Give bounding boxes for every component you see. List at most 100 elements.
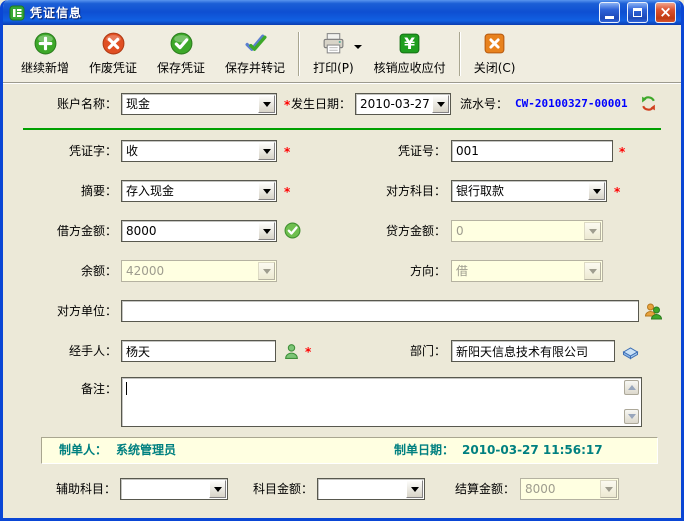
chevron-down-icon[interactable] xyxy=(432,95,449,113)
counter-unit-input[interactable] xyxy=(121,300,639,322)
window-title: 凭证信息 xyxy=(30,4,592,21)
summary-combo[interactable]: 存入现金 xyxy=(121,180,277,202)
debit-amount-combo[interactable]: 8000 xyxy=(121,220,277,242)
chevron-down-icon[interactable] xyxy=(258,182,275,200)
add-circle-icon xyxy=(33,31,58,56)
print-label: 打印(P) xyxy=(313,59,354,76)
settle-amount-label: 结算金额： xyxy=(431,478,515,500)
settle-amount-combo: 8000 xyxy=(520,478,619,500)
save-and-post-label: 保存并转记 xyxy=(225,59,285,76)
maker-info-panel: 制单人： 系统管理员 制单日期： 2010-03-27 11:56:17 xyxy=(41,437,658,464)
maximize-icon xyxy=(633,8,642,17)
subject-amount-label: 科目金额： xyxy=(231,478,313,500)
balance-value: 42000 xyxy=(126,263,256,280)
chevron-down-icon[interactable] xyxy=(258,222,275,240)
summary-value: 存入现金 xyxy=(126,183,256,200)
toolbar: 继续新增 作废凭证 保存凭证 保存并转记 xyxy=(3,25,681,83)
chevron-up-icon xyxy=(628,385,636,390)
credit-amount-label: 贷方金额： xyxy=(333,220,446,242)
scroll-up-button[interactable] xyxy=(624,380,639,395)
chevron-down-icon xyxy=(584,262,601,280)
handler-input[interactable] xyxy=(121,340,276,362)
chevron-down-icon[interactable] xyxy=(258,142,275,160)
minimize-button[interactable] xyxy=(599,2,620,23)
voucher-form: 账户名称： 现金 * 发生日期： 2010-03-27 流水号： CW-2010… xyxy=(3,83,681,518)
app-icon xyxy=(9,5,25,21)
writeoff-yuan-icon: ¥ xyxy=(397,31,422,56)
voucher-word-combo[interactable]: 收 xyxy=(121,140,277,162)
chevron-down-icon xyxy=(258,262,275,280)
save-voucher-label: 保存凭证 xyxy=(157,59,205,76)
writeoff-receivable-payable-button[interactable]: ¥ 核销应收应付 xyxy=(364,27,456,81)
required-marker: * xyxy=(619,141,625,163)
writeoff-label: 核销应收应付 xyxy=(374,59,446,76)
print-dropdown-arrow-icon[interactable] xyxy=(354,45,362,49)
settle-amount-value: 8000 xyxy=(525,481,598,498)
save-check-icon xyxy=(169,31,194,56)
chevron-down-icon[interactable] xyxy=(258,95,275,113)
section-divider xyxy=(23,128,661,130)
save-and-post-button[interactable]: 保存并转记 xyxy=(215,27,295,81)
occur-date-combo[interactable]: 2010-03-27 xyxy=(355,93,451,115)
voucher-word-label: 凭证字： xyxy=(5,140,117,162)
aux-subject-combo[interactable] xyxy=(120,478,228,500)
account-name-value: 现金 xyxy=(126,96,256,113)
printer-icon xyxy=(321,31,346,56)
counter-subject-value: 银行取款 xyxy=(456,183,586,200)
required-marker: * xyxy=(284,141,290,163)
remark-textarea[interactable] xyxy=(123,379,623,425)
save-post-doublecheck-icon xyxy=(243,31,268,56)
close-square-icon xyxy=(482,31,507,56)
account-name-combo[interactable]: 现金 xyxy=(121,93,277,115)
chevron-down-icon xyxy=(600,480,617,498)
voucher-no-label: 凭证号： xyxy=(333,140,446,162)
counter-subject-label: 对方科目： xyxy=(333,180,446,202)
direction-label: 方向： xyxy=(333,260,446,282)
continue-add-button[interactable]: 继续新增 xyxy=(11,27,79,81)
chevron-down-icon[interactable] xyxy=(588,182,605,200)
maximize-button[interactable] xyxy=(627,2,648,23)
chevron-down-icon[interactable] xyxy=(406,480,423,498)
close-window-button[interactable]: 关闭(C) xyxy=(464,27,526,81)
aux-subject-label: 辅助科目： xyxy=(5,478,116,500)
voucher-word-value: 收 xyxy=(126,143,256,160)
subject-amount-combo[interactable] xyxy=(317,478,425,500)
contacts-icon[interactable] xyxy=(644,302,662,320)
remark-textarea-frame xyxy=(121,377,642,427)
toolbar-separator xyxy=(298,32,300,76)
print-button[interactable]: 打印(P) xyxy=(303,27,364,81)
person-icon[interactable] xyxy=(283,343,300,360)
credit-amount-combo: 0 xyxy=(451,220,603,242)
make-date-label: 制单日期： xyxy=(394,438,454,463)
voucher-info-window: 凭证信息 × 继续新增 作废凭证 xyxy=(0,0,684,521)
serial-no-label: 流水号： xyxy=(455,93,508,115)
balance-label: 余额： xyxy=(5,260,117,282)
chevron-down-icon[interactable] xyxy=(209,480,226,498)
close-window-label: 关闭(C) xyxy=(474,59,516,76)
summary-label: 摘要： xyxy=(5,180,117,202)
occur-date-label: 发生日期： xyxy=(289,93,351,115)
svg-text:¥: ¥ xyxy=(404,35,415,53)
close-icon: × xyxy=(659,5,672,20)
department-book-icon[interactable] xyxy=(621,343,640,361)
counter-subject-combo[interactable]: 银行取款 xyxy=(451,180,607,202)
continue-add-label: 继续新增 xyxy=(21,59,69,76)
scroll-down-button[interactable] xyxy=(624,409,639,424)
save-voucher-button[interactable]: 保存凭证 xyxy=(147,27,215,81)
required-marker: * xyxy=(284,181,290,203)
remark-label: 备注： xyxy=(5,378,117,400)
department-input[interactable] xyxy=(451,340,615,362)
void-voucher-label: 作废凭证 xyxy=(89,59,137,76)
void-voucher-button[interactable]: 作废凭证 xyxy=(79,27,147,81)
counter-unit-label: 对方单位： xyxy=(5,300,117,322)
maker-label: 制单人： xyxy=(59,438,107,463)
required-marker: * xyxy=(305,341,311,363)
close-button[interactable]: × xyxy=(655,2,676,23)
debit-amount-value: 8000 xyxy=(126,223,256,240)
debit-amount-label: 借方金额： xyxy=(5,220,117,242)
toolbar-separator xyxy=(459,32,461,76)
refresh-icon[interactable] xyxy=(640,95,657,112)
chevron-down-icon xyxy=(584,222,601,240)
voucher-no-input[interactable] xyxy=(451,140,613,162)
account-name-label: 账户名称： xyxy=(5,93,117,115)
